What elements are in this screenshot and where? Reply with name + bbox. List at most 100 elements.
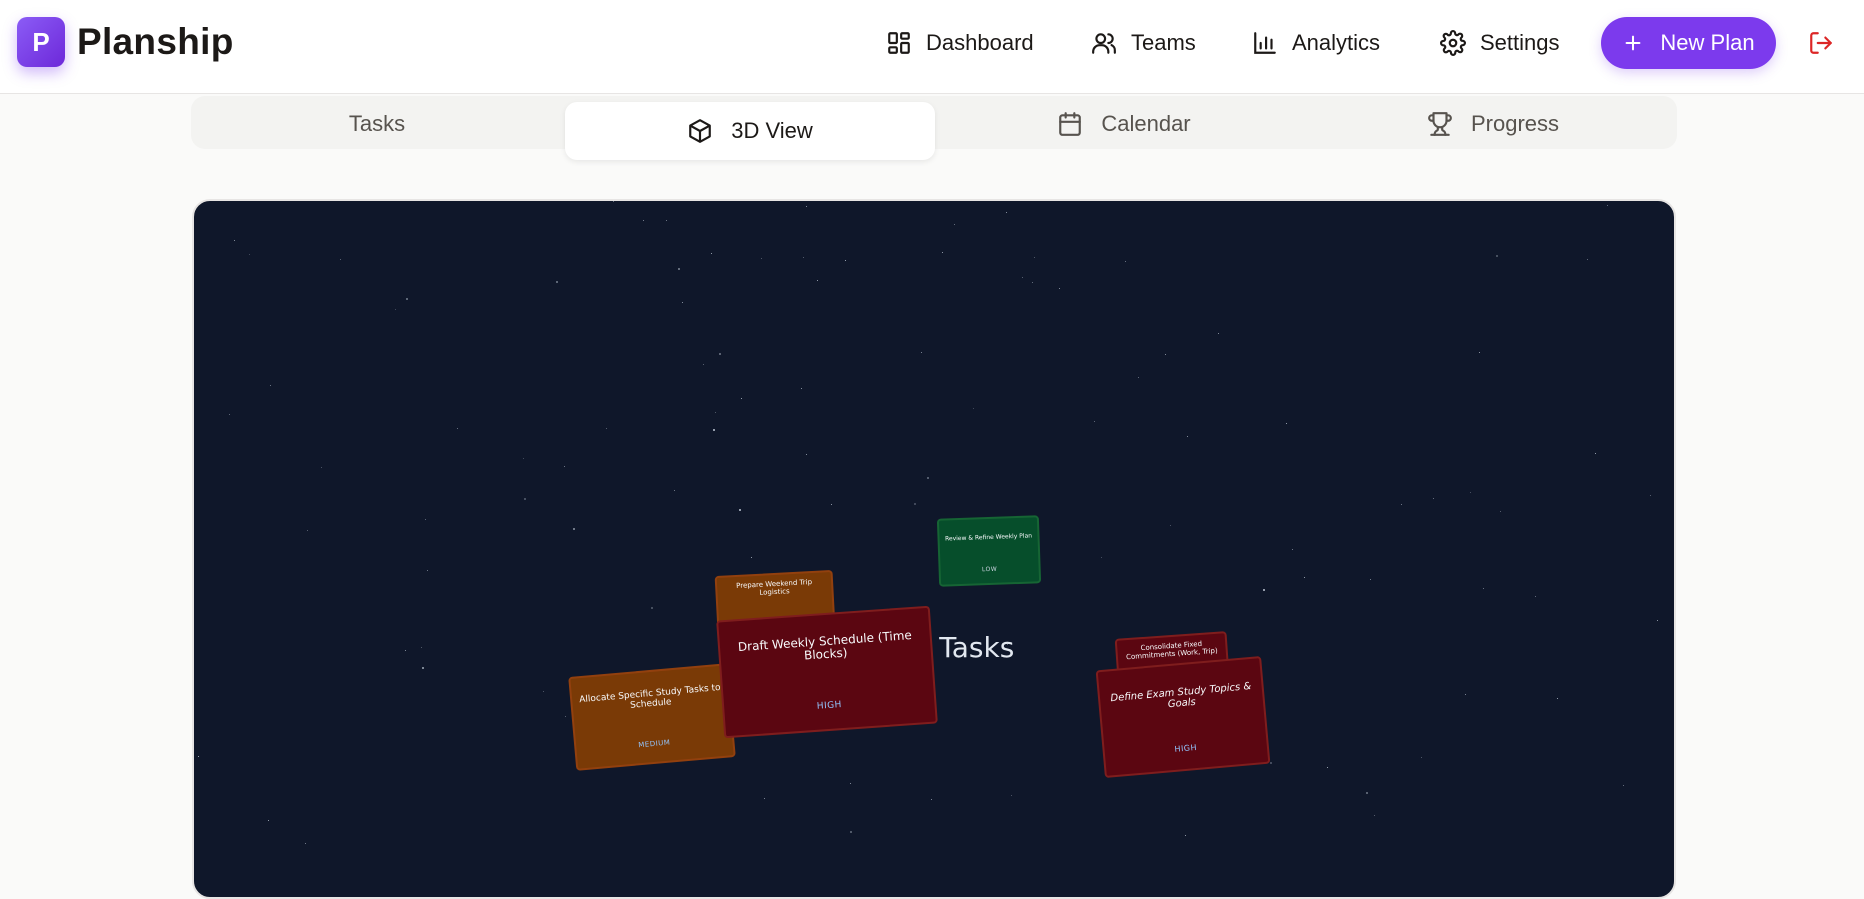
logo-icon: P [17, 17, 65, 67]
task-card-title: Draft Weekly Schedule (Time Blocks) [737, 628, 913, 663]
star-decoration [395, 309, 396, 310]
new-plan-label: New Plan [1660, 30, 1755, 55]
star-decoration [1138, 377, 1139, 378]
task-card-title: Prepare Weekend Trip Logistics [735, 578, 813, 597]
nav-teams[interactable]: Teams [1091, 20, 1196, 66]
star-decoration [405, 650, 406, 651]
star-decoration [1011, 795, 1012, 796]
tab-progress[interactable]: Progress [1308, 96, 1678, 152]
star-decoration [845, 260, 846, 261]
tab-3d-view[interactable]: 3D View [565, 102, 935, 160]
star-decoration [803, 257, 804, 258]
star-decoration [427, 570, 428, 571]
tab-tasks-label: Tasks [348, 111, 406, 136]
star-decoration [1366, 792, 1368, 794]
brand-name: Planship [77, 21, 234, 62]
star-decoration [1657, 620, 1658, 621]
new-plan-button[interactable]: New Plan [1601, 17, 1776, 69]
star-decoration [850, 831, 852, 833]
star-decoration [340, 259, 341, 260]
star-decoration [942, 252, 943, 253]
tab-calendar-label: Calendar [1101, 111, 1191, 136]
users-icon [1091, 30, 1117, 56]
star-decoration [270, 385, 271, 386]
star-decoration [739, 509, 741, 511]
star-decoration [523, 458, 524, 459]
star-decoration [198, 756, 199, 757]
star-decoration [421, 647, 422, 648]
tab-calendar[interactable]: Calendar [939, 96, 1309, 152]
star-decoration [761, 258, 762, 259]
star-decoration [651, 607, 653, 609]
star-decoration [931, 799, 932, 800]
star-decoration [1401, 504, 1402, 505]
star-decoration [268, 820, 269, 821]
star-decoration [406, 298, 408, 300]
task-card-priority: MEDIUM [638, 738, 671, 750]
task-card[interactable]: Allocate Specific Study Tasks to Schedul… [568, 663, 736, 771]
star-decoration [1587, 259, 1588, 260]
star-decoration [573, 528, 575, 530]
logout-icon[interactable] [1808, 30, 1834, 56]
task-card[interactable]: Draft Weekly Schedule (Time Blocks) HIGH [716, 605, 938, 739]
star-decoration [682, 302, 683, 303]
task-card-title: Allocate Specific Study Tasks to Schedul… [578, 682, 722, 711]
star-decoration [1374, 815, 1375, 816]
star-decoration [719, 353, 721, 355]
scene-title-visible: Tasks [939, 631, 1015, 664]
task-card-title: Consolidate Fixed Commitments (Work, Tri… [1125, 639, 1218, 661]
star-decoration [674, 490, 675, 491]
task-card-priority: LOW [981, 565, 998, 574]
nav-analytics-label: Analytics [1292, 30, 1381, 55]
star-decoration [1470, 492, 1471, 493]
star-decoration [1218, 333, 1219, 334]
star-decoration [1650, 495, 1651, 496]
cube-icon [687, 118, 713, 144]
star-decoration [1595, 453, 1596, 454]
star-decoration [921, 352, 922, 353]
star-decoration [817, 280, 818, 281]
task-card-priority: HIGH [816, 700, 843, 712]
brand[interactable]: P Planship [17, 17, 234, 67]
star-decoration [422, 667, 424, 669]
task-card-title: Define Exam Study Topics & Goals [1110, 680, 1252, 711]
star-decoration [249, 254, 250, 255]
star-decoration [1006, 212, 1007, 213]
star-decoration [643, 220, 644, 221]
nav-dashboard[interactable]: Dashboard [886, 20, 1034, 66]
nav-teams-label: Teams [1131, 30, 1196, 55]
star-decoration [565, 716, 566, 717]
star-decoration [1170, 525, 1171, 526]
star-decoration [1479, 352, 1480, 353]
nav-settings-label: Settings [1480, 30, 1560, 55]
task-card-priority: HIGH [1174, 742, 1198, 754]
star-decoration [914, 503, 916, 505]
star-decoration [1034, 257, 1035, 258]
star-decoration [927, 477, 929, 479]
star-decoration [1483, 588, 1484, 589]
star-decoration [741, 398, 742, 399]
star-decoration [666, 220, 667, 221]
star-decoration [613, 201, 614, 202]
task-card[interactable]: Define Exam Study Topics & Goals HIGH [1095, 655, 1271, 779]
gear-icon [1440, 30, 1466, 56]
task-card[interactable]: Review & Refine Weekly Plan LOW [936, 515, 1042, 587]
star-decoration [1327, 767, 1328, 768]
star-decoration [524, 498, 526, 500]
3d-scene-canvas[interactable]: our Tasks Prepare Weekend Trip Logistics… [192, 199, 1676, 899]
star-decoration [764, 798, 765, 799]
star-decoration [543, 691, 544, 692]
star-decoration [703, 364, 704, 365]
tab-tasks[interactable]: Tasks [192, 96, 562, 152]
star-decoration [1059, 288, 1060, 289]
star-decoration [1022, 277, 1023, 278]
star-decoration [973, 408, 974, 409]
nav-analytics[interactable]: Analytics [1252, 20, 1380, 66]
star-decoration [711, 253, 712, 254]
star-decoration [806, 454, 807, 455]
star-decoration [678, 268, 680, 270]
star-decoration [831, 504, 832, 505]
star-decoration [1465, 694, 1466, 695]
star-decoration [1500, 511, 1501, 512]
nav-settings[interactable]: Settings [1440, 20, 1560, 66]
